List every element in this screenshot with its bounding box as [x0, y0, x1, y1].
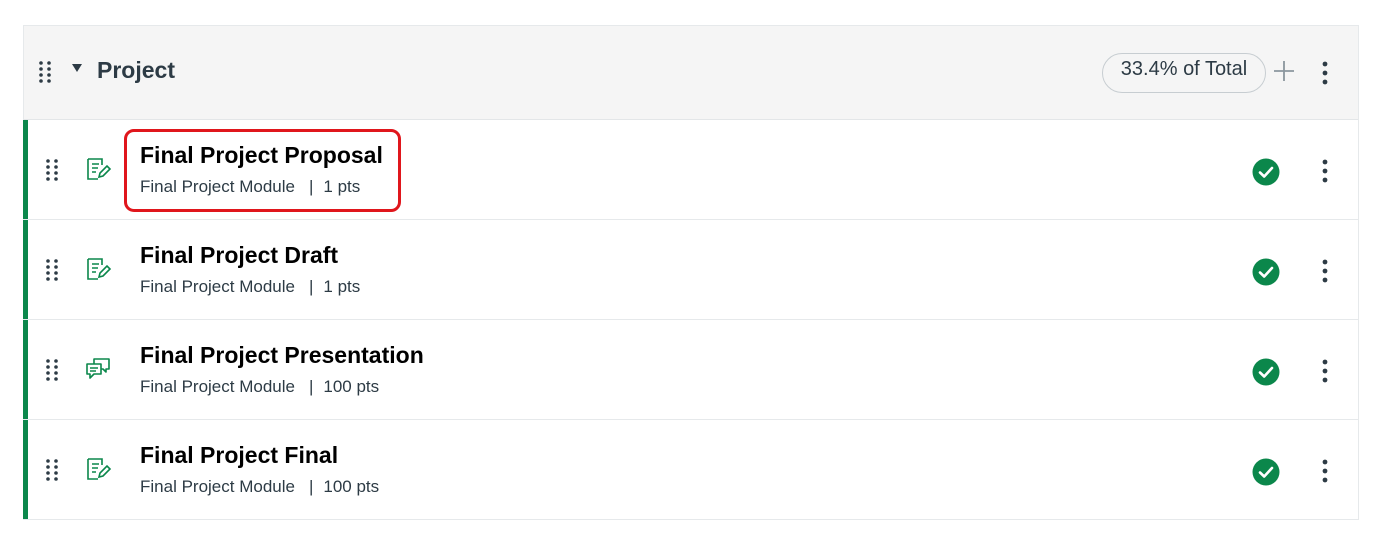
- published-accent-bar: [23, 420, 28, 519]
- kebab-menu-icon[interactable]: [1320, 158, 1330, 184]
- caret-down-icon[interactable]: [72, 64, 82, 72]
- meta-separator: |: [308, 277, 314, 296]
- points-value: 1 pts: [323, 177, 361, 196]
- published-check-icon[interactable]: [1252, 258, 1280, 286]
- published-accent-bar: [23, 120, 28, 219]
- module-name: Final Project Module: [140, 277, 295, 296]
- assignment-icon: [85, 156, 111, 182]
- published-check-icon[interactable]: [1252, 358, 1280, 386]
- meta-separator: |: [308, 477, 314, 496]
- module-name: Final Project Module: [140, 177, 295, 196]
- assignment-row[interactable]: Final Project Final Final Project Module…: [23, 420, 1358, 520]
- group-weight-badge: 33.4% of Total: [1102, 53, 1266, 93]
- points-value: 100 pts: [323, 477, 380, 496]
- drag-handle-icon[interactable]: [45, 358, 59, 382]
- kebab-menu-icon[interactable]: [1320, 258, 1330, 284]
- assignment-icon: [85, 256, 111, 282]
- kebab-menu-icon[interactable]: [1320, 458, 1330, 484]
- published-accent-bar: [23, 220, 28, 319]
- points-value: 1 pts: [323, 277, 361, 296]
- assignment-meta: Final Project Module | 100 pts: [140, 377, 379, 397]
- assignment-meta: Final Project Module | 1 pts: [140, 177, 360, 197]
- points-value: 100 pts: [323, 377, 380, 396]
- drag-handle-icon[interactable]: [45, 258, 59, 282]
- drag-handle-icon[interactable]: [45, 458, 59, 482]
- kebab-menu-icon[interactable]: [1320, 60, 1330, 86]
- assignment-group-header[interactable]: Project 33.4% of Total: [24, 26, 1358, 120]
- assignment-title-link[interactable]: Final Project Proposal: [140, 142, 383, 169]
- assignment-group-title[interactable]: Project: [97, 57, 175, 84]
- published-check-icon[interactable]: [1252, 458, 1280, 486]
- published-accent-bar: [23, 320, 28, 419]
- meta-separator: |: [308, 377, 314, 396]
- meta-separator: |: [308, 177, 314, 196]
- assignment-row[interactable]: Final Project Presentation Final Project…: [23, 320, 1358, 420]
- module-name: Final Project Module: [140, 477, 295, 496]
- module-name: Final Project Module: [140, 377, 295, 396]
- published-check-icon[interactable]: [1252, 158, 1280, 186]
- assignment-title-link[interactable]: Final Project Final: [140, 442, 338, 469]
- drag-handle-icon[interactable]: [38, 60, 52, 84]
- assignment-row[interactable]: Final Project Draft Final Project Module…: [23, 220, 1358, 320]
- discussion-icon: [85, 356, 111, 382]
- assignment-group: Project 33.4% of Total Final Project Pro…: [23, 25, 1359, 520]
- assignment-meta: Final Project Module | 1 pts: [140, 277, 360, 297]
- assignment-icon: [85, 456, 111, 482]
- assignment-row[interactable]: Final Project Proposal Final Project Mod…: [23, 120, 1358, 220]
- plus-icon[interactable]: [1272, 59, 1296, 83]
- assignment-title-link[interactable]: Final Project Draft: [140, 242, 338, 269]
- kebab-menu-icon[interactable]: [1320, 358, 1330, 384]
- assignment-title-link[interactable]: Final Project Presentation: [140, 342, 424, 369]
- assignment-meta: Final Project Module | 100 pts: [140, 477, 379, 497]
- drag-handle-icon[interactable]: [45, 158, 59, 182]
